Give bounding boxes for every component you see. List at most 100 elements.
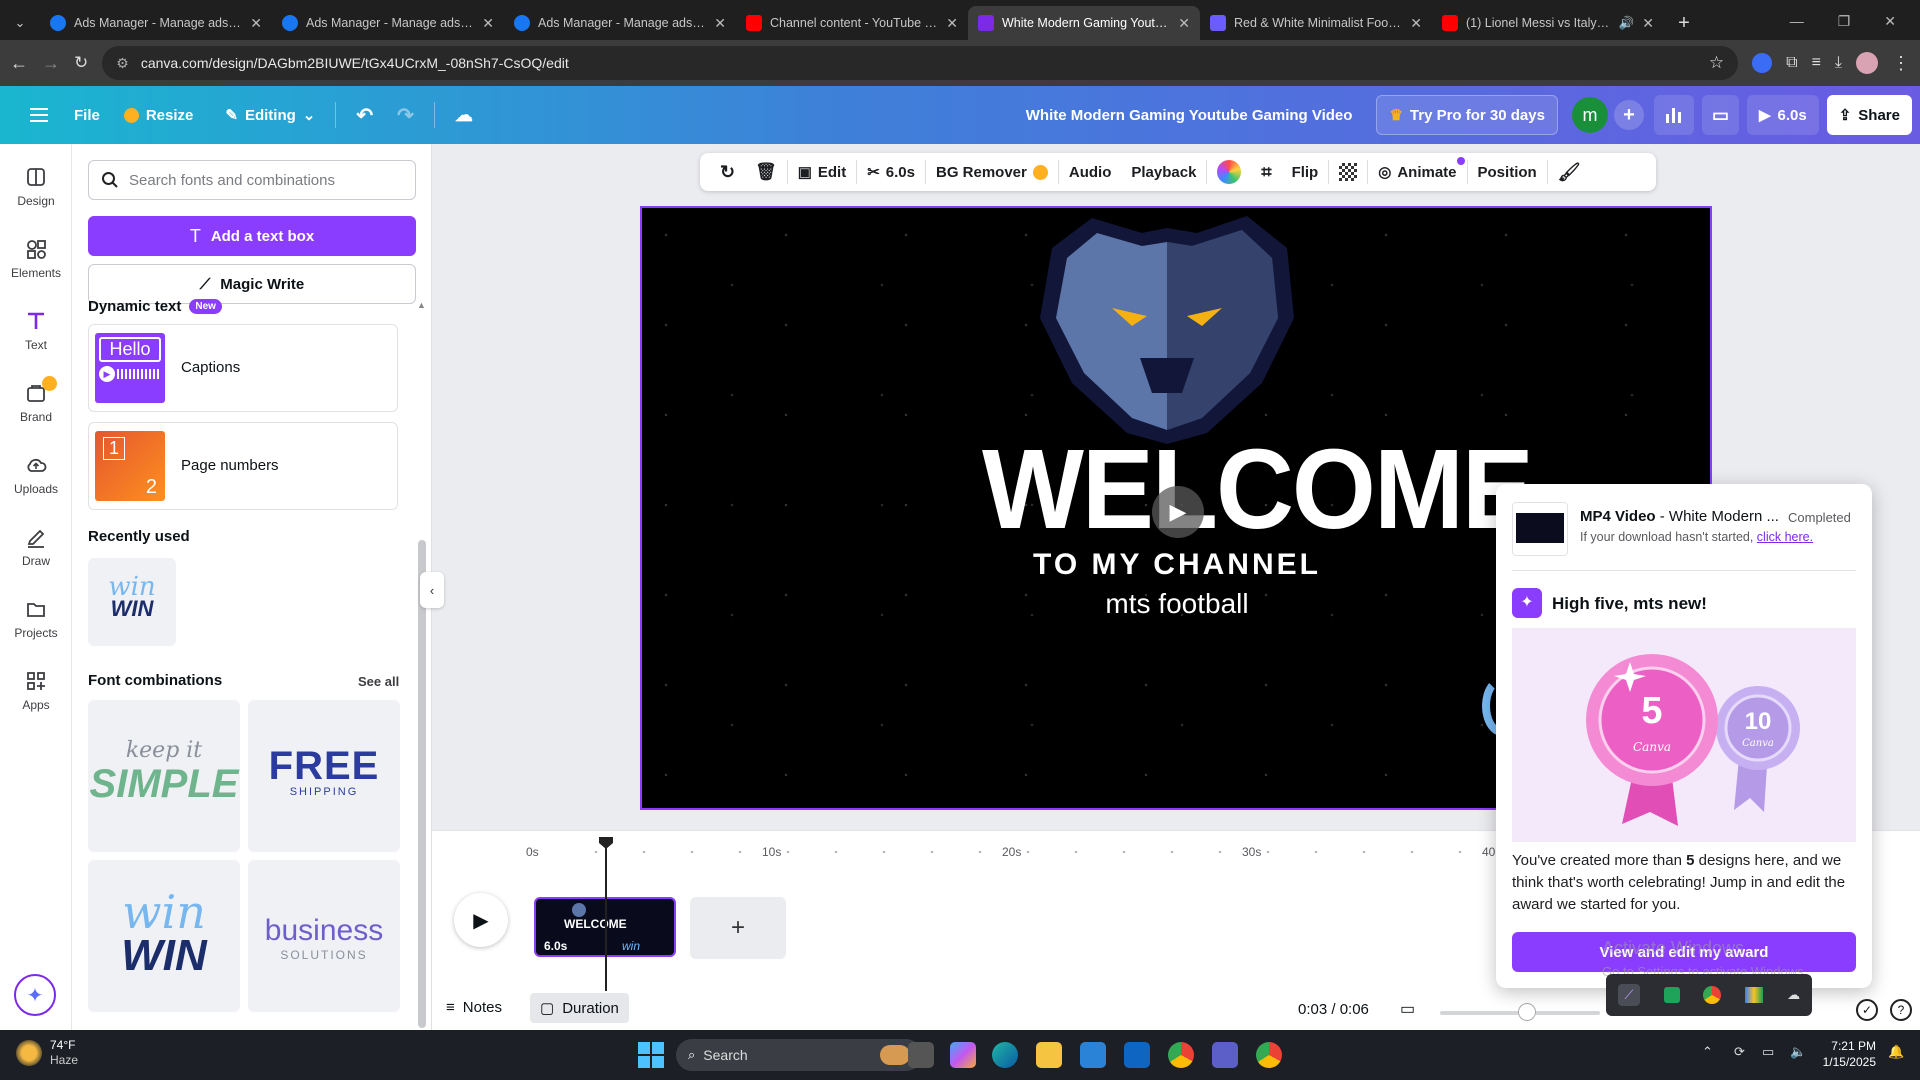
tray-overflow-chevron-icon[interactable]: ⌃ [1702,1044,1713,1060]
playhead[interactable] [605,841,607,991]
close-icon[interactable]: ✕ [1410,15,1422,32]
close-icon[interactable]: ✕ [482,15,494,32]
chrome-icon[interactable] [1168,1042,1194,1068]
speaker-icon[interactable]: 🔊 [1619,16,1635,31]
captions-card[interactable]: Hello ▶ Captions [88,324,398,412]
browser-tab[interactable]: Ads Manager - Manage ads - A ✕ [504,6,736,40]
font-combo-win-win[interactable]: win WIN [88,860,240,1012]
video-play-overlay[interactable]: ▶ [1152,486,1204,538]
audio-button[interactable]: Audio [1059,157,1122,187]
cloud-offline-tray-icon[interactable]: ☁ [1787,987,1800,1003]
outlook-icon[interactable] [1124,1042,1150,1068]
browser-tab[interactable]: Channel content - YouTube Stu ✕ [736,6,968,40]
play-button[interactable]: ▶ [454,893,508,947]
try-pro-button[interactable]: ♛ Try Pro for 30 days [1376,95,1558,135]
site-info-icon[interactable]: ⚙ [116,55,129,72]
help-icon[interactable]: ? [1890,999,1912,1021]
browser-tab[interactable]: Ads Manager - Manage ads - C ✕ [272,6,504,40]
minimize-icon[interactable]: — [1790,13,1804,30]
reload-icon[interactable]: ↻ [74,53,88,73]
click-here-link[interactable]: click here. [1757,530,1813,544]
color-adjust-icon[interactable] [1207,157,1251,187]
menu-dots-icon[interactable]: ⋮ [1892,53,1910,74]
file-explorer-icon[interactable] [1036,1042,1062,1068]
clock[interactable]: 7:21 PM 1/15/2025 [1816,1038,1876,1070]
crop-icon[interactable]: ⌗ [1251,157,1281,187]
rail-projects[interactable]: Projects [0,598,72,640]
playback-button[interactable]: Playback [1121,157,1206,187]
weather-widget[interactable]: 74°F Haze [16,1038,78,1068]
user-avatar[interactable]: m [1571,97,1608,133]
font-combo-free-shipping[interactable]: FREE SHIPPING [248,700,400,852]
rail-apps[interactable]: Apps [0,670,72,712]
checkmark-icon[interactable]: ✓ [1856,999,1878,1021]
close-window-icon[interactable]: ✕ [1884,13,1896,30]
chrome-profile-icon[interactable] [1256,1042,1282,1068]
position-button[interactable]: Position [1468,157,1547,187]
hamburger-menu-icon[interactable] [18,95,62,135]
page-numbers-card[interactable]: 1 2 Page numbers [88,422,398,510]
magic-assistant-button[interactable]: ✦ [14,974,56,1016]
panel-scrollbar[interactable] [418,540,426,1028]
extensions-puzzle-icon[interactable]: ⧉ [1786,54,1797,72]
document-title[interactable]: White Modern Gaming Youtube Gaming Video [1026,107,1353,124]
grid-view-icon[interactable]: ▭ [1400,999,1415,1019]
extension-icon[interactable] [1752,53,1773,73]
rail-design[interactable]: Design [0,166,72,208]
undo-button[interactable]: ↶ [344,95,385,135]
rail-elements[interactable]: Elements [0,238,72,280]
rail-text[interactable]: Text [0,310,72,352]
add-text-box-button[interactable]: T Add a text box [88,216,416,256]
copy-style-icon[interactable]: 🖌 [1548,157,1591,187]
rail-draw[interactable]: Draw [0,526,72,568]
bg-remover-button[interactable]: BG Remover [926,157,1058,187]
tab-search-icon[interactable]: ⌄ [0,6,40,40]
flip-button[interactable]: Flip [1282,157,1329,187]
new-tab-button[interactable]: + [1664,6,1704,40]
edge-icon[interactable] [992,1042,1018,1068]
add-page-button[interactable]: + [690,897,786,959]
close-icon[interactable]: ✕ [1178,15,1190,32]
grizzly-bear-logo[interactable] [1032,208,1302,444]
channel-name-text[interactable]: mts football [982,588,1372,620]
browser-tab[interactable]: Ads Manager - Manage ads - C ✕ [40,6,272,40]
green-app-tray-icon[interactable] [1663,987,1680,1003]
restore-icon[interactable]: ❐ [1838,13,1851,30]
media-control-icon[interactable]: ≡ [1812,54,1821,72]
bookmark-star-icon[interactable]: ☆ [1709,53,1724,73]
teams-icon[interactable] [1212,1042,1238,1068]
insights-icon[interactable] [1653,95,1694,135]
zoom-slider-thumb[interactable] [1518,1003,1536,1021]
close-icon[interactable]: ✕ [1642,15,1654,32]
display-icon[interactable]: ▭ [1762,1044,1774,1060]
forward-icon[interactable]: → [42,53,60,74]
taskbar-search[interactable]: ⌕ Search [676,1039,922,1071]
file-menu-button[interactable]: File [62,95,112,135]
pen-tray-icon[interactable]: ⟋ [1617,984,1640,1006]
notifications-bell-icon[interactable]: 🔔 [1888,1044,1904,1060]
font-combo-keep-it-simple[interactable]: keep it SIMPLE [88,700,240,852]
start-button[interactable] [638,1042,664,1068]
url-field[interactable]: ⚙ canva.com/design/DAGbm2BIUWE/tGx4UCrxM… [102,46,1739,80]
comments-icon[interactable]: ▭ [1701,95,1739,135]
animate-button[interactable]: ◎ Animate [1368,157,1466,187]
browser-tab-active[interactable]: White Modern Gaming Youtube ✕ [968,6,1200,40]
close-icon[interactable]: ✕ [714,15,726,32]
subheading-text[interactable]: TO MY CHANNEL [982,548,1372,582]
download-icon[interactable]: ⤓ [1835,54,1842,72]
chrome-tray-icon[interactable] [1703,986,1722,1004]
scroll-up-icon[interactable]: ▲ [417,300,426,310]
cloud-save-icon[interactable]: ☁ [443,95,485,135]
store-icon[interactable] [1080,1042,1106,1068]
browser-tab[interactable]: (1) Lionel Messi vs Italy | Fin 🔊 ✕ [1432,6,1664,40]
see-all-link[interactable]: See all [358,674,399,689]
close-icon[interactable]: ✕ [946,15,958,32]
rail-uploads[interactable]: Uploads [0,454,72,496]
notes-button[interactable]: ≡ Notes [446,999,502,1016]
close-icon[interactable]: ✕ [250,15,262,32]
share-button[interactable]: ⇪ Share [1826,95,1912,135]
back-icon[interactable]: ← [10,53,28,74]
sync-icon[interactable]: ⟳ [1734,1044,1745,1060]
editing-mode-dropdown[interactable]: ✎ Editing ⌄ [213,95,327,135]
trim-button[interactable]: ✂ 6.0s [857,157,925,187]
